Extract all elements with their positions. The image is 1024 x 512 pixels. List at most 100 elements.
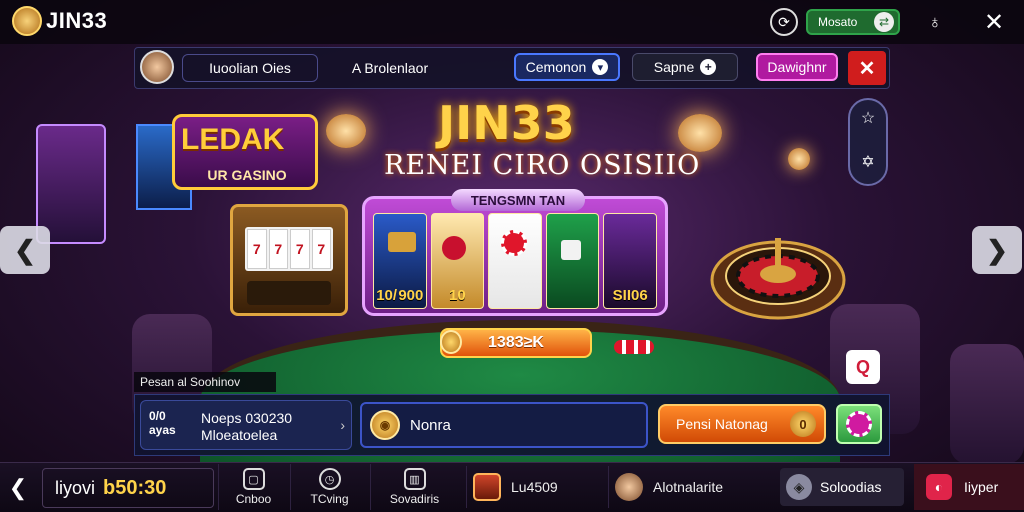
stats-line-2: Mloeatoelea <box>201 427 278 443</box>
daughter-label: Dawighnr <box>767 59 827 75</box>
nav-label: TCving <box>310 492 349 506</box>
slot-tray <box>247 281 331 305</box>
swap-icon: ⇄ <box>874 12 894 32</box>
brand-name: JIN33 <box>46 8 108 33</box>
mode-label: Mosato <box>818 15 858 29</box>
game-card[interactable] <box>488 213 542 309</box>
star-icon[interactable]: ☆ <box>858 108 878 128</box>
tab-primary-label: Iuoolian Oies <box>209 60 291 76</box>
game-thumbnail-icon <box>473 473 501 501</box>
stats-logo-text: 0/0 ayas <box>149 409 176 437</box>
nav-button-combo[interactable]: ▢ Cnboo <box>218 464 288 510</box>
scene-caption: Pesan al Soohinov <box>134 372 276 392</box>
hyper-label: Iiyper <box>964 479 999 495</box>
tab-secondary[interactable]: A Brolenlaor <box>322 54 458 82</box>
chips-icon <box>614 340 654 354</box>
sound-icon: ▥ <box>403 468 426 490</box>
plus-icon: + <box>700 59 717 75</box>
hero-title: JIN33 <box>438 96 575 150</box>
side-toolbar: ☆ ✡ <box>848 98 888 186</box>
tab-secondary-label: A Brolenlaor <box>351 60 429 76</box>
poker-chip-button[interactable] <box>836 404 882 444</box>
game-card[interactable]: SII06 <box>603 213 657 309</box>
avatar[interactable] <box>140 50 174 84</box>
promo-badge-title: LEDAK <box>181 123 285 156</box>
social-button[interactable]: ◈ Soloodias <box>780 468 904 506</box>
balance-amount: b50:30 <box>103 476 167 499</box>
slot-reel: 7 <box>268 229 288 269</box>
brand-logo[interactable]: JIN33 <box>12 6 107 36</box>
poker-chip-icon <box>846 411 872 437</box>
fruit-icon <box>441 236 466 260</box>
brand-emblem-icon <box>12 6 42 36</box>
jackpot-value: 1383≥K <box>488 334 544 351</box>
nav-item-lu[interactable]: Lu4509 <box>466 466 596 508</box>
refresh-icon[interactable]: ⟳ <box>770 8 798 36</box>
quiz-icon[interactable]: Q <box>846 350 880 384</box>
campaign-dropdown[interactable]: Cemonon ▾ <box>514 53 620 81</box>
game-card[interactable] <box>545 213 600 309</box>
roulette-wheel[interactable] <box>708 220 848 320</box>
chip-icon <box>501 230 528 256</box>
nav-item-player-label: Alotnalarite <box>653 479 724 495</box>
slot-reel: 7 <box>311 229 331 269</box>
next-arrow-icon[interactable]: ❯ <box>972 226 1022 274</box>
game-card[interactable]: 10 <box>430 213 485 309</box>
slot-reels: 7 7 7 7 <box>245 227 333 271</box>
game-label: Sapne <box>653 59 695 75</box>
game-card-value: 10 <box>449 287 466 304</box>
bonus-selector[interactable]: ◉ Nonra <box>360 402 648 448</box>
hyper-icon: ◐ <box>926 474 952 500</box>
game-card-value: 10/ 900 <box>376 287 424 304</box>
featured-games-header: TENGSMN TAN <box>451 189 585 211</box>
chevron-down-icon: ▾ <box>592 59 609 75</box>
game-card[interactable]: 10/ 900 <box>373 213 427 309</box>
featured-games-panel[interactable]: TENGSMN TAN 10/ 900 10 SII06 <box>362 189 668 316</box>
slot-machine[interactable]: 7 7 7 7 <box>230 204 348 316</box>
slot-reel: 7 <box>247 229 267 269</box>
lamp-1 <box>326 114 366 148</box>
slot-reel: 7 <box>290 229 310 269</box>
nav-button-timing[interactable]: ◷ TCving <box>290 464 368 510</box>
coin-icon: 0 <box>790 411 816 437</box>
coin-icon: ◉ <box>370 410 400 440</box>
stats-line-1: Noeps 030230 <box>201 410 293 426</box>
nav-button-sounds[interactable]: ▥ Sovadiris <box>370 464 458 510</box>
jackpot-banner[interactable]: 1383≥K <box>440 328 592 358</box>
mode-toggle[interactable]: Mosato ⇄ <box>806 9 900 35</box>
daughter-button[interactable]: Dawighnr <box>756 53 838 81</box>
notification-icon[interactable]: ♁ <box>920 8 950 36</box>
settings-icon[interactable]: ✡ <box>858 152 878 172</box>
stats-logo: 0/0 ayas <box>149 409 187 443</box>
previous-arrow-icon[interactable]: ❮ <box>0 226 50 274</box>
promo-badge[interactable]: LEDAK UR GASINO <box>172 114 318 190</box>
diamond-icon: ◈ <box>786 474 812 500</box>
game-card-value: SII06 <box>612 287 648 304</box>
bonus-selector-value: Nonra <box>410 416 451 434</box>
close-icon[interactable]: ✕ <box>980 8 1008 36</box>
chevron-right-icon: › <box>340 417 345 433</box>
combo-icon: ▢ <box>242 468 265 490</box>
hero-subtitle: RENEI CIRO OSISIIO <box>384 150 701 181</box>
hyper-button[interactable]: ◐ Iiyper <box>914 464 1024 510</box>
slot-machine-wall <box>36 124 106 244</box>
cancel-icon[interactable]: ✕ <box>848 51 886 85</box>
clock-icon: ◷ <box>318 468 341 490</box>
lamp-2 <box>678 114 722 152</box>
coin-stack-icon <box>440 330 462 354</box>
tab-primary[interactable]: Iuoolian Oies <box>182 54 318 82</box>
roulette-icon <box>710 238 846 320</box>
back-arrow-icon[interactable]: ❮ <box>6 474 30 502</box>
dice-icon <box>560 240 581 260</box>
chair-far-right <box>950 344 1024 464</box>
stats-card[interactable]: 0/0 ayas Noeps 030230 Mloeatoelea › <box>140 400 352 450</box>
campaign-label: Cemonon <box>525 59 587 75</box>
nav-item-player[interactable]: Alotnalarite <box>608 466 768 508</box>
cta-button[interactable]: Pensi Natonag 0 <box>658 404 826 444</box>
featured-games-cards: 10/ 900 10 SII06 <box>373 213 657 309</box>
game-button[interactable]: Sapne + <box>632 53 738 81</box>
nav-label: Cnboo <box>235 492 272 506</box>
player-avatar-icon <box>615 473 643 501</box>
nav-label: Sovadiris <box>389 492 440 506</box>
nav-item-lu-label: Lu4509 <box>511 479 558 495</box>
